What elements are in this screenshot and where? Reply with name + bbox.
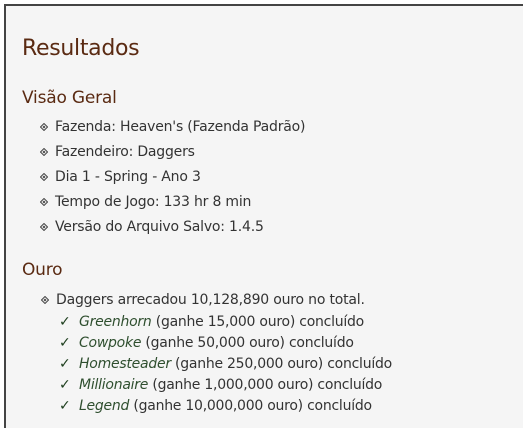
achievement-detail: (ganhe 10,000,000 ouro) concluído [129,398,372,414]
list-item: Fazendeiro: Daggers [39,140,305,165]
achievement-item: ✓ Homesteader (ganhe 250,000 ouro) conclu… [59,354,392,375]
overview-save-version: Versão do Arquivo Salvo: 1.4.5 [55,219,264,235]
achievement-detail: (ganhe 50,000 ouro) concluído [141,335,354,351]
diamond-bullet-icon [40,148,48,156]
achievement-name: Millionaire [79,377,149,393]
gold-summary: Daggers arrecadou 10,128,890 ouro no tot… [56,292,365,308]
overview-list: Fazenda: Heaven's (Fazenda Padrão) Fazen… [39,115,306,240]
achievement-item: ✓ Greenhorn (ganhe 15,000 ouro) concluído [59,312,392,333]
diamond-bullet-icon [40,198,48,206]
achievement-name: Cowpoke [79,335,142,351]
achievement-detail: (ganhe 250,000 ouro) concluído [170,356,392,372]
diamond-bullet-icon [40,223,48,231]
achievement-detail: (ganhe 1,000,000 ouro) concluído [148,377,383,393]
checkmark-icon: ✓ [59,398,71,414]
achievement-list: ✓ Greenhorn (ganhe 15,000 ouro) concluído… [59,312,392,417]
gold-list: Daggers arrecadou 10,128,890 ouro no tot… [40,288,365,313]
checkmark-icon: ✓ [59,377,71,393]
list-item: Dia 1 - Spring - Ano 3 [39,165,305,190]
checkmark-icon: ✓ [59,335,71,351]
checkmark-icon: ✓ [59,314,71,330]
achievement-name: Greenhorn [79,314,152,330]
achievement-item: ✓ Cowpoke (ganhe 50,000 ouro) concluído [59,333,392,354]
section-title-gold: Ouro [22,260,63,280]
results-panel: Resultados Visão Geral Fazenda: Heaven's… [4,4,523,428]
achievement-name: Homesteader [79,356,171,372]
achievement-detail: (ganhe 15,000 ouro) concluído [151,314,365,330]
overview-farm: Fazenda: Heaven's (Fazenda Padrão) [55,119,306,135]
checkmark-icon: ✓ [59,356,71,372]
achievement-item: ✓ Millionaire (ganhe 1,000,000 ouro) conc… [59,375,392,396]
list-item: Versão do Arquivo Salvo: 1.4.5 [39,215,305,240]
page-title: Resultados [22,36,140,61]
overview-playtime: Tempo de Jogo: 133 hr 8 min [55,194,252,210]
diamond-bullet-icon [40,123,48,131]
diamond-bullet-icon [41,296,49,304]
list-item: Daggers arrecadou 10,128,890 ouro no tot… [40,288,365,313]
list-item: Tempo de Jogo: 133 hr 8 min [39,190,305,215]
overview-date: Dia 1 - Spring - Ano 3 [55,169,201,185]
overview-farmer: Fazendeiro: Daggers [55,144,195,160]
list-item: Fazenda: Heaven's (Fazenda Padrão) [39,115,306,140]
achievement-item: ✓ Legend (ganhe 10,000,000 ouro) concluíd… [59,396,392,417]
achievement-name: Legend [79,398,130,414]
section-title-overview: Visão Geral [22,88,117,108]
diamond-bullet-icon [40,173,48,181]
